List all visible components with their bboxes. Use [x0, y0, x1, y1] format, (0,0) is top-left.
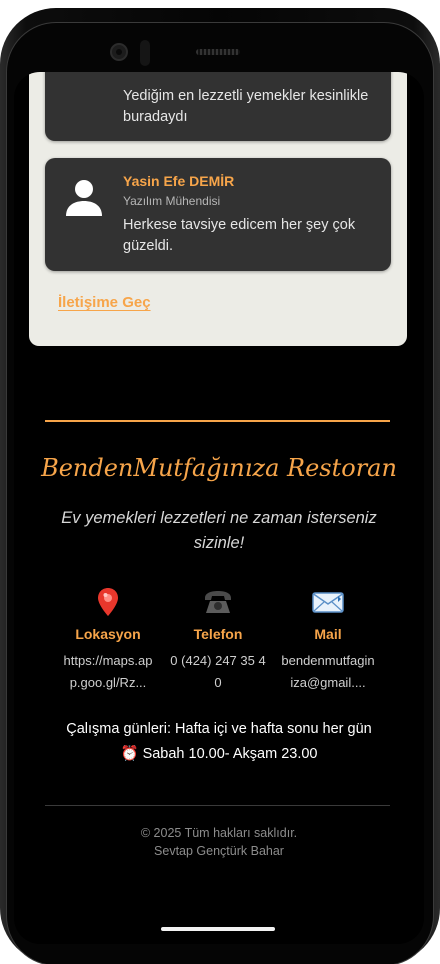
footer-divider — [45, 420, 390, 422]
reviewer-name: Yasin Efe DEMİR — [123, 173, 235, 189]
contact-label: Lokasyon — [75, 626, 141, 642]
contact-label: Mail — [314, 626, 342, 642]
review-text: Herkese tavsiye edicem her şey çok güzel… — [123, 217, 356, 254]
location-pin-icon — [60, 584, 156, 620]
review-card: Yediğim en lezzetli yemekler kesinlikle … — [45, 72, 391, 141]
review-card: Yasin Efe DEMİR Yazılım Mühendisi Herkes… — [45, 158, 391, 271]
telephone-icon — [170, 584, 266, 620]
contact-link[interactable]: İletişime Geç — [58, 294, 151, 311]
brand-title: BendenMutfağınıza Restoran — [41, 454, 397, 482]
reviews-section: Yediğim en lezzetli yemekler kesinlikle … — [29, 72, 407, 346]
working-time-text: ⏰ Sabah 10.00- Akşam 23.00 — [120, 746, 318, 762]
copyright: © 2025 Tüm hakları saklıdır. Sevtap Genç… — [14, 824, 424, 860]
phone-frame: Yediğim en lezzetli yemekler kesinlikle … — [0, 8, 440, 964]
footer-bottom-divider — [45, 805, 390, 806]
working-hours: Çalışma günleri: Hafta içi ve hafta sonu… — [14, 717, 424, 767]
reviewer-role: Yazılım Mühendisi — [123, 194, 221, 208]
contact-location[interactable]: Lokasyon https://maps.app.goo.gl/Rz... — [60, 584, 156, 694]
front-camera — [110, 43, 128, 61]
email-icon — [280, 584, 376, 620]
earpiece-speaker — [196, 49, 240, 55]
screen[interactable]: Yediğim en lezzetli yemekler kesinlikle … — [14, 72, 424, 944]
working-days-text: Çalışma günleri: Hafta içi ve hafta sonu… — [66, 721, 372, 737]
contact-value[interactable]: bendenmutfaginiza@gmail.... — [280, 650, 376, 694]
proximity-sensor — [140, 40, 150, 66]
home-indicator[interactable] — [161, 927, 275, 931]
author-name: Sevtap Gençtürk Bahar — [154, 844, 284, 858]
copyright-text: © 2025 Tüm hakları saklıdır. — [140, 826, 298, 840]
user-avatar-icon — [66, 180, 102, 216]
brand-tagline: Ev yemekleri lezzetleri ne zaman isterse… — [61, 509, 377, 552]
contact-label: Telefon — [193, 626, 243, 642]
contact-phone[interactable]: Telefon 0 (424) 247 35 40 — [170, 584, 266, 694]
contact-value[interactable]: 0 (424) 247 35 40 — [170, 650, 266, 694]
contact-email[interactable]: Mail bendenmutfaginiza@gmail.... — [280, 584, 376, 694]
review-text: Yediğim en lezzetli yemekler kesinlikle … — [123, 88, 369, 125]
contact-value[interactable]: https://maps.app.goo.gl/Rz... — [60, 650, 156, 694]
